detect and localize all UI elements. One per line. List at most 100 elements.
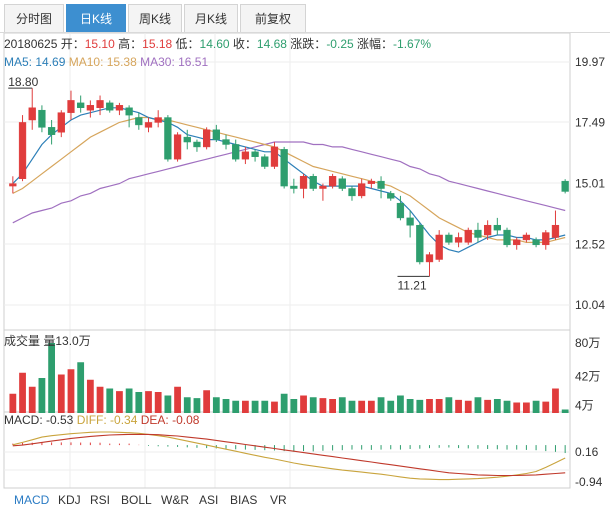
volume-bar <box>271 401 278 413</box>
volume-bar <box>435 399 443 413</box>
volume-bar <box>348 400 356 413</box>
candle-body <box>309 176 317 189</box>
volume-bar <box>135 392 143 413</box>
indicator-tab-boll[interactable]: BOLL <box>121 493 152 507</box>
info-pct: -1.67% <box>393 37 432 51</box>
volume-bar <box>300 395 307 413</box>
info-low-label: 低： <box>175 37 200 51</box>
macd-indicator <box>12 431 566 481</box>
info-close-label: 收： <box>232 37 257 51</box>
volume-bar <box>484 399 492 413</box>
volume-bar <box>77 362 85 413</box>
candle-body <box>299 176 308 189</box>
axis-labels: 19.97 17.49 15.01 12.52 10.04 80万 42万 4万 0.16 -0.… <box>575 55 605 489</box>
volume-bar <box>154 392 162 413</box>
volume-bar <box>309 397 317 413</box>
candle-body <box>493 224 501 231</box>
info-change: -0.25 <box>326 37 354 51</box>
volume-bar <box>48 343 55 413</box>
candle-body <box>280 149 288 187</box>
candle-body <box>328 176 337 187</box>
price-tick-label: 10.04 <box>575 298 605 312</box>
volume-bar <box>406 399 414 413</box>
volume-bar <box>125 388 133 413</box>
tab-weekly-kline[interactable]: 周K线 <box>128 4 182 32</box>
indicator-tab-macd[interactable]: MACD <box>14 493 49 507</box>
candle-body <box>367 180 376 184</box>
candle-body <box>125 107 133 116</box>
volume-tick-label: 4万 <box>575 399 594 413</box>
diff-value: DIFF: -0.34 <box>76 413 138 427</box>
volume-bar <box>338 397 346 413</box>
volume-bar <box>251 400 259 413</box>
candle-body <box>115 105 124 111</box>
volume-bar <box>212 397 220 413</box>
candle-body <box>18 122 27 179</box>
volume-bar <box>397 395 404 413</box>
candle-body <box>135 117 143 126</box>
candle-body <box>86 105 95 111</box>
indicator-tab-asi[interactable]: ASI <box>199 493 218 507</box>
volume-bar <box>203 390 211 413</box>
volume-bar <box>464 400 472 413</box>
tab-timeshare[interactable]: 分时图 <box>4 4 64 32</box>
candle-body <box>232 144 240 160</box>
candle-body <box>106 102 114 111</box>
candle-body <box>503 229 511 246</box>
volume-bar <box>367 400 375 413</box>
max-price-label: 18.80 <box>8 75 38 89</box>
indicator-tab-kdj[interactable]: KDJ <box>58 493 81 507</box>
volume-bar <box>86 379 94 413</box>
volume-bars <box>9 343 569 413</box>
volume-bar <box>280 393 288 413</box>
kline-chart[interactable]: 19.97 17.49 15.01 12.52 10.04 80万 42万 4万 0.16 -0.… <box>0 0 610 511</box>
indicator-tab-wr[interactable]: W&R <box>161 493 189 507</box>
volume-bar <box>38 378 46 413</box>
info-open: 15.10 <box>84 37 115 51</box>
indicator-tab-vr[interactable]: VR <box>270 493 287 507</box>
moving-average-lines <box>12 107 566 253</box>
info-pct-label: 涨幅： <box>357 37 394 51</box>
tab-daily-kline[interactable]: 日K线 <box>66 4 126 32</box>
candle-body <box>522 234 531 241</box>
candle-body <box>290 185 298 189</box>
volume-tick-label: 80万 <box>575 336 600 350</box>
volume-bar <box>523 402 530 413</box>
legend-ma10: MA10: 15.38 <box>68 55 137 69</box>
macd-tick-label: 0.16 <box>575 445 599 459</box>
candle-body <box>416 224 424 263</box>
candle-body <box>261 156 269 167</box>
volume-value: 量13.0万 <box>43 334 91 348</box>
candle-body <box>164 117 172 160</box>
indicator-tab-bias[interactable]: BIAS <box>230 493 257 507</box>
volume-bar <box>542 401 550 413</box>
candle-body <box>270 146 279 167</box>
info-high-label: 高： <box>118 37 143 51</box>
volume-bar <box>9 393 17 413</box>
candle-body <box>435 234 443 260</box>
info-change-label: 涨跌： <box>290 37 327 51</box>
tab-monthly-kline[interactable]: 月K线 <box>184 4 238 32</box>
min-price-label: 11.21 <box>398 278 427 292</box>
legend-ma30: MA30: 16.51 <box>140 55 209 69</box>
volume-bar <box>19 372 26 413</box>
volume-bar <box>67 369 75 413</box>
candle-body <box>406 217 414 226</box>
tab-forward-adjusted[interactable]: 前复权 <box>240 4 306 32</box>
info-date: 20180625 <box>4 37 58 51</box>
candle-body <box>202 129 211 148</box>
candle-body <box>338 178 346 189</box>
volume-bar <box>193 398 201 413</box>
candle-body <box>532 239 540 246</box>
candle-body <box>474 229 482 238</box>
info-low: 14.60 <box>199 37 230 51</box>
candle-body <box>561 180 569 192</box>
macd-tick-label: -0.94 <box>575 475 603 489</box>
dea-value: DEA: -0.08 <box>140 413 200 427</box>
volume-bar <box>455 399 462 413</box>
legend-ma5: MA5: 14.69 <box>4 55 66 69</box>
volume-bar <box>164 395 172 413</box>
candle-body <box>9 183 17 187</box>
indicator-tab-rsi[interactable]: RSI <box>90 493 110 507</box>
candle-body <box>454 237 463 243</box>
